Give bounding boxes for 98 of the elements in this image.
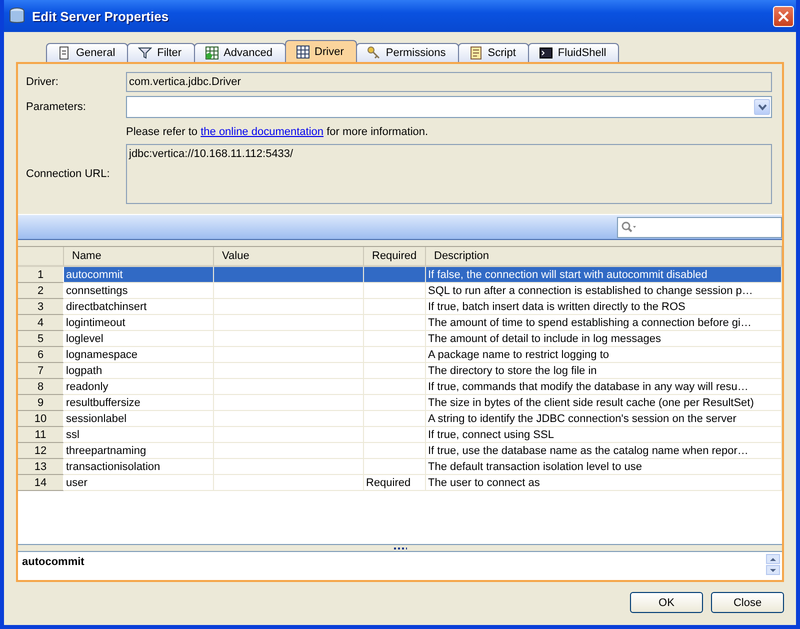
script-icon <box>468 46 483 60</box>
key-icon <box>366 46 381 60</box>
table-cell: logpath <box>64 363 214 379</box>
table-cell: autocommit <box>64 267 214 283</box>
table-cell: resultbuffersize <box>64 395 214 411</box>
database-icon <box>8 7 26 25</box>
table-cell: The directory to store the log file in <box>426 363 782 379</box>
search-icon <box>621 221 637 233</box>
connection-url-field[interactable]: jdbc:vertica://10.168.11.112:5433/ <box>126 144 772 204</box>
row-number: 4 <box>18 315 64 331</box>
table-cell <box>364 283 426 299</box>
table-cell: readonly <box>64 379 214 395</box>
chevron-down-icon <box>758 104 766 110</box>
column-header[interactable]: Value <box>214 247 364 267</box>
table-cell: If false, the connection will start with autocommit disabled <box>426 267 782 283</box>
field-label: Parameters: <box>26 101 87 113</box>
detail-text: autocommit <box>22 556 84 568</box>
search-field[interactable] <box>617 216 782 238</box>
table-cell: The amount of time to spend establishing a connection before gi… <box>426 315 782 331</box>
row-number: 3 <box>18 299 64 315</box>
table-cell: A package name to restrict logging to <box>426 347 782 363</box>
info-text: Please refer to the online documentation for more information. <box>126 125 430 140</box>
scroll-up-button[interactable] <box>766 554 780 564</box>
row-number: 7 <box>18 363 64 379</box>
table-cell <box>364 299 426 315</box>
row-number: 10 <box>18 411 64 427</box>
field-label: Driver: <box>26 76 60 88</box>
row-number: 11 <box>18 427 64 443</box>
tab[interactable]: Filter <box>127 43 195 62</box>
table-cell: A string to identify the JDBC connection's session on the server <box>426 411 782 427</box>
row-number: 2 <box>18 283 64 299</box>
row-number: 9 <box>18 395 64 411</box>
parameters-dropdown[interactable] <box>126 96 772 118</box>
dialog-button[interactable]: OK <box>630 592 703 613</box>
table-cell: The amount of detail to include in log messages <box>426 331 782 347</box>
row-number: 8 <box>18 379 64 395</box>
arrow-down-icon <box>770 568 776 572</box>
dropdown-button[interactable] <box>754 99 770 115</box>
table-cell: The size in bytes of the client side result cache (one per ResultSet) <box>426 395 782 411</box>
table-cell: threepartnaming <box>64 443 214 459</box>
filter-icon <box>138 46 152 60</box>
table-cell: Required <box>364 475 426 491</box>
table-cell <box>364 443 426 459</box>
table-cell: connsettings <box>64 283 214 299</box>
grid-icon <box>204 46 219 60</box>
table-cell <box>364 267 426 283</box>
table-cell <box>364 411 426 427</box>
row-number: 13 <box>18 459 64 475</box>
table-cell: The default transaction isolation level to use <box>426 459 782 475</box>
table-cell: SQL to run after a connection is established to change session p… <box>426 283 782 299</box>
table-cell <box>364 347 426 363</box>
column-header[interactable]: Required <box>364 247 426 267</box>
table-cell <box>364 427 426 443</box>
table-cell: If true, batch insert data is written directly to the ROS <box>426 299 782 315</box>
table-cell: ssl <box>64 427 214 443</box>
table-cell <box>364 459 426 475</box>
table-cell <box>364 379 426 395</box>
close-button[interactable] <box>773 6 794 26</box>
table-cell: sessionlabel <box>64 411 214 427</box>
terminal-icon <box>538 46 553 60</box>
column-header[interactable]: Name <box>64 247 214 267</box>
table-cell: logintimeout <box>64 315 214 331</box>
tab[interactable]: Permissions <box>356 43 459 62</box>
scroll-down-button[interactable] <box>766 565 780 575</box>
column-header[interactable]: Description <box>426 247 782 267</box>
driver-field[interactable]: com.vertica.jdbc.Driver <box>126 72 772 92</box>
table-cell: user <box>64 475 214 491</box>
field-label: Connection URL: <box>26 168 111 180</box>
window-title: Edit Server Properties <box>32 8 170 24</box>
table-cell: directbatchinsert <box>64 299 214 315</box>
dialog-button[interactable]: Close <box>711 592 784 613</box>
row-number: 1 <box>18 267 64 283</box>
row-number: 5 <box>18 331 64 347</box>
document-icon <box>57 46 71 60</box>
tab[interactable]: FluidShell <box>528 43 620 62</box>
arrow-up-icon <box>770 558 776 560</box>
table-cell: lognamespace <box>64 347 214 363</box>
row-number: 6 <box>18 347 64 363</box>
table-cell: loglevel <box>64 331 214 347</box>
table-cell <box>364 331 426 347</box>
table-cell <box>364 395 426 411</box>
tab[interactable]: General <box>46 43 128 62</box>
table-cell: If true, connect using SSL <box>426 427 782 443</box>
row-number: 12 <box>18 443 64 459</box>
splitter-handle-icon[interactable] <box>393 546 407 550</box>
documentation-link[interactable]: the online documentation <box>200 126 324 138</box>
tab[interactable]: Advanced <box>194 43 286 62</box>
table-cell: If true, use the database name as the catalog name when repor… <box>426 443 782 459</box>
tab[interactable]: Script <box>458 43 529 62</box>
table-cell <box>364 363 426 379</box>
row-number: 14 <box>18 475 64 491</box>
table-icon <box>296 44 310 58</box>
table-cell: transactionisolation <box>64 459 214 475</box>
table-cell <box>364 315 426 331</box>
close-icon <box>778 10 789 22</box>
table-cell: The user to connect as <box>426 475 782 491</box>
table-cell: If true, commands that modify the database in any way will resu… <box>426 379 782 395</box>
tab[interactable]: Driver <box>284 40 357 62</box>
